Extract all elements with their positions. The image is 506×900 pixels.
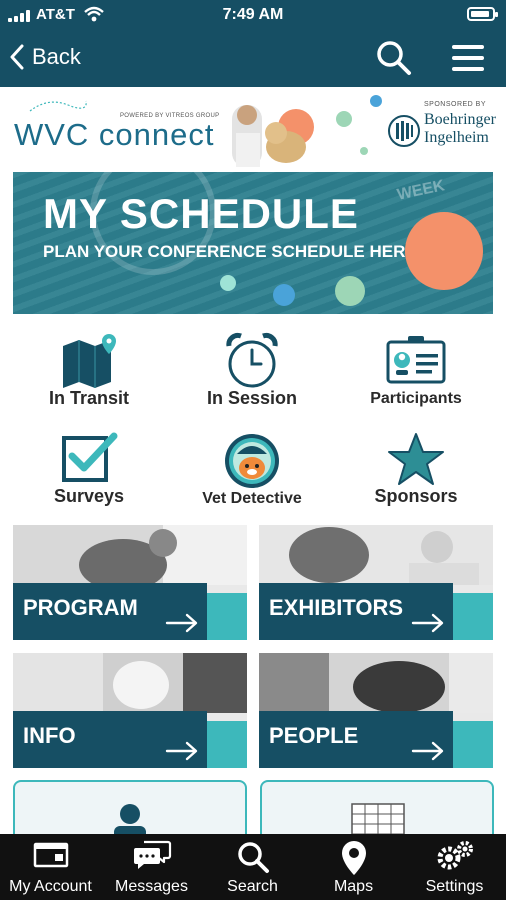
tab-maps[interactable]: Maps <box>303 834 404 900</box>
arrow-right-icon <box>165 741 198 761</box>
wvc-connect-logo: WVC connect <box>14 117 215 152</box>
participants-label: Participants <box>370 390 462 407</box>
vet-detective-button[interactable]: Vet Detective <box>177 428 327 518</box>
brand-banner[interactable]: POWERED BY VITREOS GROUP WVC connect SPO… <box>0 87 506 170</box>
exhibitors-tile[interactable]: EXHIBITORS <box>259 525 493 640</box>
battery-icon <box>467 7 498 21</box>
back-label: Back <box>32 44 81 69</box>
bottom-tab-bar: My Account Messages Search Maps Settings <box>0 834 506 900</box>
vet-with-dog-image <box>232 105 314 167</box>
decor-dot <box>370 95 382 107</box>
checkbox-icon <box>62 432 118 482</box>
arrow-right-icon <box>411 741 444 761</box>
boehringer-logo-icon <box>388 115 420 147</box>
decor-dot <box>220 275 236 291</box>
in-session-button[interactable]: In Session <box>177 328 327 418</box>
my-account-card[interactable] <box>13 780 247 842</box>
decor-dot <box>273 284 295 306</box>
chevron-left-icon <box>10 44 24 70</box>
sponsor-name: Boehringer Ingelheim <box>424 111 496 147</box>
tab-label: My Account <box>9 878 92 895</box>
dog-vet-photo <box>13 653 247 713</box>
in-transit-button[interactable]: In Transit <box>14 328 164 418</box>
hero-title: MY SCHEDULE <box>43 190 359 237</box>
arrow-right-icon <box>165 613 198 633</box>
sponsor-name-line1: Boehringer <box>424 111 496 128</box>
status-bar: AT&T 7:49 AM <box>0 0 506 30</box>
tab-messages[interactable]: Messages <box>101 834 202 900</box>
sponsored-by-label: SPONSORED BY <box>424 101 487 108</box>
info-tile[interactable]: INFO <box>13 653 247 768</box>
tab-label: Settings <box>425 878 484 895</box>
people-photo <box>259 525 493 585</box>
sponsors-label: Sponsors <box>374 486 458 506</box>
messages-icon <box>133 840 171 869</box>
program-label: PROGRAM <box>23 595 138 620</box>
star-icon <box>388 433 444 485</box>
tab-settings[interactable]: Settings <box>404 834 505 900</box>
in-session-label: In Session <box>206 388 298 408</box>
tab-search[interactable]: Search <box>202 834 303 900</box>
person-dog-photo <box>259 653 493 713</box>
hero-subtitle: PLAN YOUR CONFERENCE SCHEDULE HERE <box>43 242 417 261</box>
surveys-label: Surveys <box>53 486 125 506</box>
tab-label: Messages <box>115 878 188 895</box>
clock-time: 7:49 AM <box>222 6 284 23</box>
decor-dot <box>360 147 368 155</box>
detective-avatar-icon <box>225 434 279 488</box>
search-icon <box>377 41 411 75</box>
map-pin-icon <box>341 841 366 875</box>
info-label: INFO <box>23 723 76 748</box>
sponsors-button[interactable]: Sponsors <box>341 428 491 518</box>
gears-icon <box>437 841 473 870</box>
search-button[interactable] <box>374 38 414 78</box>
back-button[interactable]: Back <box>10 40 81 74</box>
decor-dot <box>335 276 365 306</box>
exhibitors-label: EXHIBITORS <box>269 595 404 620</box>
id-badge-icon <box>386 336 446 384</box>
decor-dot <box>405 212 483 290</box>
in-transit-label: In Transit <box>48 388 129 408</box>
program-grid-card[interactable] <box>260 780 494 842</box>
logo-swirl-icon <box>29 100 87 112</box>
cat-photo <box>13 525 247 585</box>
tab-label: Search <box>227 878 278 895</box>
tab-my-account[interactable]: My Account <box>0 834 101 900</box>
surveys-button[interactable]: Surveys <box>14 428 164 518</box>
vet-detective-label: Vet Detective <box>202 490 302 507</box>
tab-label: Maps <box>333 878 374 895</box>
decor-dot <box>336 111 352 127</box>
participants-button[interactable]: Participants <box>341 328 491 418</box>
hamburger-menu-button[interactable] <box>448 40 488 76</box>
top-bar: AT&T 7:49 AM Back <box>0 0 506 87</box>
alarm-clock-icon <box>226 332 278 388</box>
sponsor-name-line2: Ingelheim <box>424 129 489 146</box>
arrow-right-icon <box>411 613 444 633</box>
search-icon <box>237 842 269 873</box>
my-schedule-banner[interactable]: WEEK MY SCHEDULE PLAN YOUR CONFERENCE SC… <box>13 172 493 314</box>
people-tile[interactable]: PEOPLE <box>259 653 493 768</box>
account-icon <box>33 842 68 868</box>
map-pin-icon <box>63 334 116 388</box>
people-label: PEOPLE <box>269 723 359 748</box>
program-tile[interactable]: PROGRAM <box>13 525 247 640</box>
